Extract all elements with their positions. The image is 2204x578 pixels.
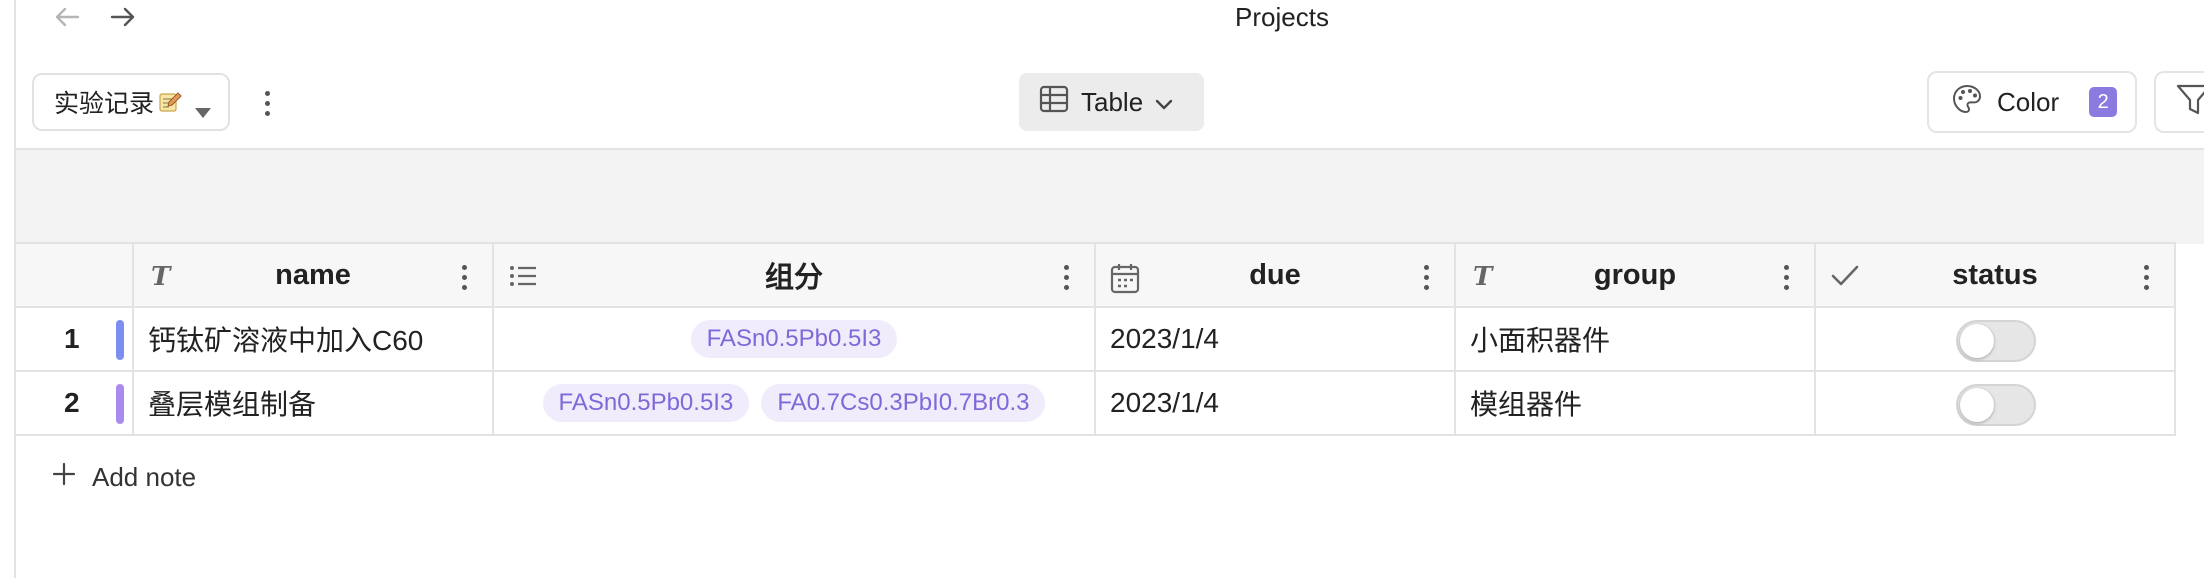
column-header-due[interactable]: due [1096, 244, 1456, 306]
status-cell [1816, 308, 2176, 370]
column-header-name[interactable]: T name [134, 244, 494, 306]
column-label: group [1593, 258, 1677, 291]
column-menu-icon[interactable] [458, 262, 470, 292]
composition-tag: FASn0.5Pb0.5I3 [690, 320, 898, 358]
chevron-down-icon [1155, 87, 1173, 118]
status-toggle[interactable] [1956, 384, 2036, 426]
name-value: 叠层模组制备 [148, 389, 317, 420]
toggle-knob [1960, 324, 1994, 358]
add-note-label: Add note [92, 462, 197, 492]
view-name: 实验记录 [54, 90, 155, 118]
due-value: 2023/1/4 [1110, 323, 1219, 354]
forward-arrow-icon[interactable] [108, 2, 138, 32]
row-index-cell: 1 [16, 308, 134, 370]
filter-button[interactable] [2154, 71, 2204, 133]
group-value: 模组器件 [1470, 389, 1583, 420]
column-label: name [275, 258, 351, 291]
composition-cell[interactable]: FASn0.5Pb0.5I3 [494, 308, 1096, 370]
name-cell[interactable]: 叠层模组制备 [134, 372, 494, 434]
due-value: 2023/1/4 [1110, 387, 1219, 418]
name-cell[interactable]: 钙钛矿溶液中加入C60 [134, 308, 494, 370]
column-menu-icon[interactable] [1060, 262, 1072, 292]
view-selector[interactable]: 实验记录 [32, 73, 230, 131]
svg-text:T: T [1473, 262, 1494, 290]
group-value: 小面积器件 [1470, 325, 1611, 356]
due-cell[interactable]: 2023/1/4 [1096, 308, 1456, 370]
status-toggle[interactable] [1956, 320, 2036, 362]
text-type-icon: T [1470, 262, 1496, 298]
palette-icon [1951, 83, 1983, 122]
group-cell[interactable]: 模组器件 [1456, 372, 1816, 434]
table-header-row: T name 组分 due T group status [16, 242, 2176, 308]
row-color-bar [116, 320, 124, 360]
due-cell[interactable]: 2023/1/4 [1096, 372, 1456, 434]
row-index-cell: 2 [16, 372, 134, 434]
group-cell[interactable]: 小面积器件 [1456, 308, 1816, 370]
calendar-icon [1110, 262, 1140, 302]
column-label: status [1952, 258, 2038, 291]
column-menu-icon[interactable] [2140, 262, 2152, 292]
status-cell [1816, 372, 2176, 434]
memo-icon [158, 91, 182, 113]
view-more-icon[interactable] [252, 86, 282, 120]
composition-cell[interactable]: FASn0.5Pb0.5I3 FA0.7Cs0.3PbI0.7Br0.3 [494, 372, 1096, 434]
row-color-bar [116, 384, 124, 424]
list-icon [508, 262, 538, 298]
page-title: Projects [1235, 2, 1329, 32]
svg-text:T: T [151, 262, 172, 290]
composition-tag: FASn0.5Pb0.5I3 [542, 384, 750, 422]
row-index: 1 [64, 323, 80, 354]
name-value: 钙钛矿溶液中加入C60 [148, 325, 424, 356]
table-row[interactable]: 2 叠层模组制备 FASn0.5Pb0.5I3 FA0.7Cs0.3PbI0.7… [16, 372, 2176, 436]
back-arrow-icon[interactable] [52, 2, 82, 32]
board-header-area [16, 148, 2204, 244]
color-count-badge: 2 [2089, 87, 2118, 117]
table-row[interactable]: 1 钙钛矿溶液中加入C60 FASn0.5Pb0.5I3 2023/1/4 小面… [16, 308, 2176, 372]
checkmark-icon [1830, 262, 1860, 298]
color-button[interactable]: Color 2 [1927, 71, 2137, 133]
column-menu-icon[interactable] [1420, 262, 1432, 292]
composition-tag: FA0.7Cs0.3PbI0.7Br0.3 [761, 384, 1046, 422]
toggle-knob [1960, 388, 1994, 422]
caret-down-icon [194, 97, 212, 126]
column-label: due [1249, 258, 1301, 291]
column-header-composition[interactable]: 组分 [494, 244, 1096, 306]
column-menu-icon[interactable] [1780, 262, 1792, 292]
column-header-status[interactable]: status [1816, 244, 2176, 306]
column-header-group[interactable]: T group [1456, 244, 1816, 306]
filter-icon [2176, 83, 2204, 122]
table-grid-icon [1039, 85, 1069, 120]
add-note-button[interactable]: Add note [52, 462, 196, 493]
color-label: Color [1997, 86, 2060, 117]
plus-icon [52, 462, 76, 493]
column-label: 组分 [764, 262, 823, 294]
text-type-icon: T [148, 262, 174, 298]
layout-label: Table [1081, 86, 1144, 117]
row-index-header [16, 244, 134, 306]
row-index: 2 [64, 387, 80, 418]
layout-switcher[interactable]: Table [1019, 73, 1204, 131]
